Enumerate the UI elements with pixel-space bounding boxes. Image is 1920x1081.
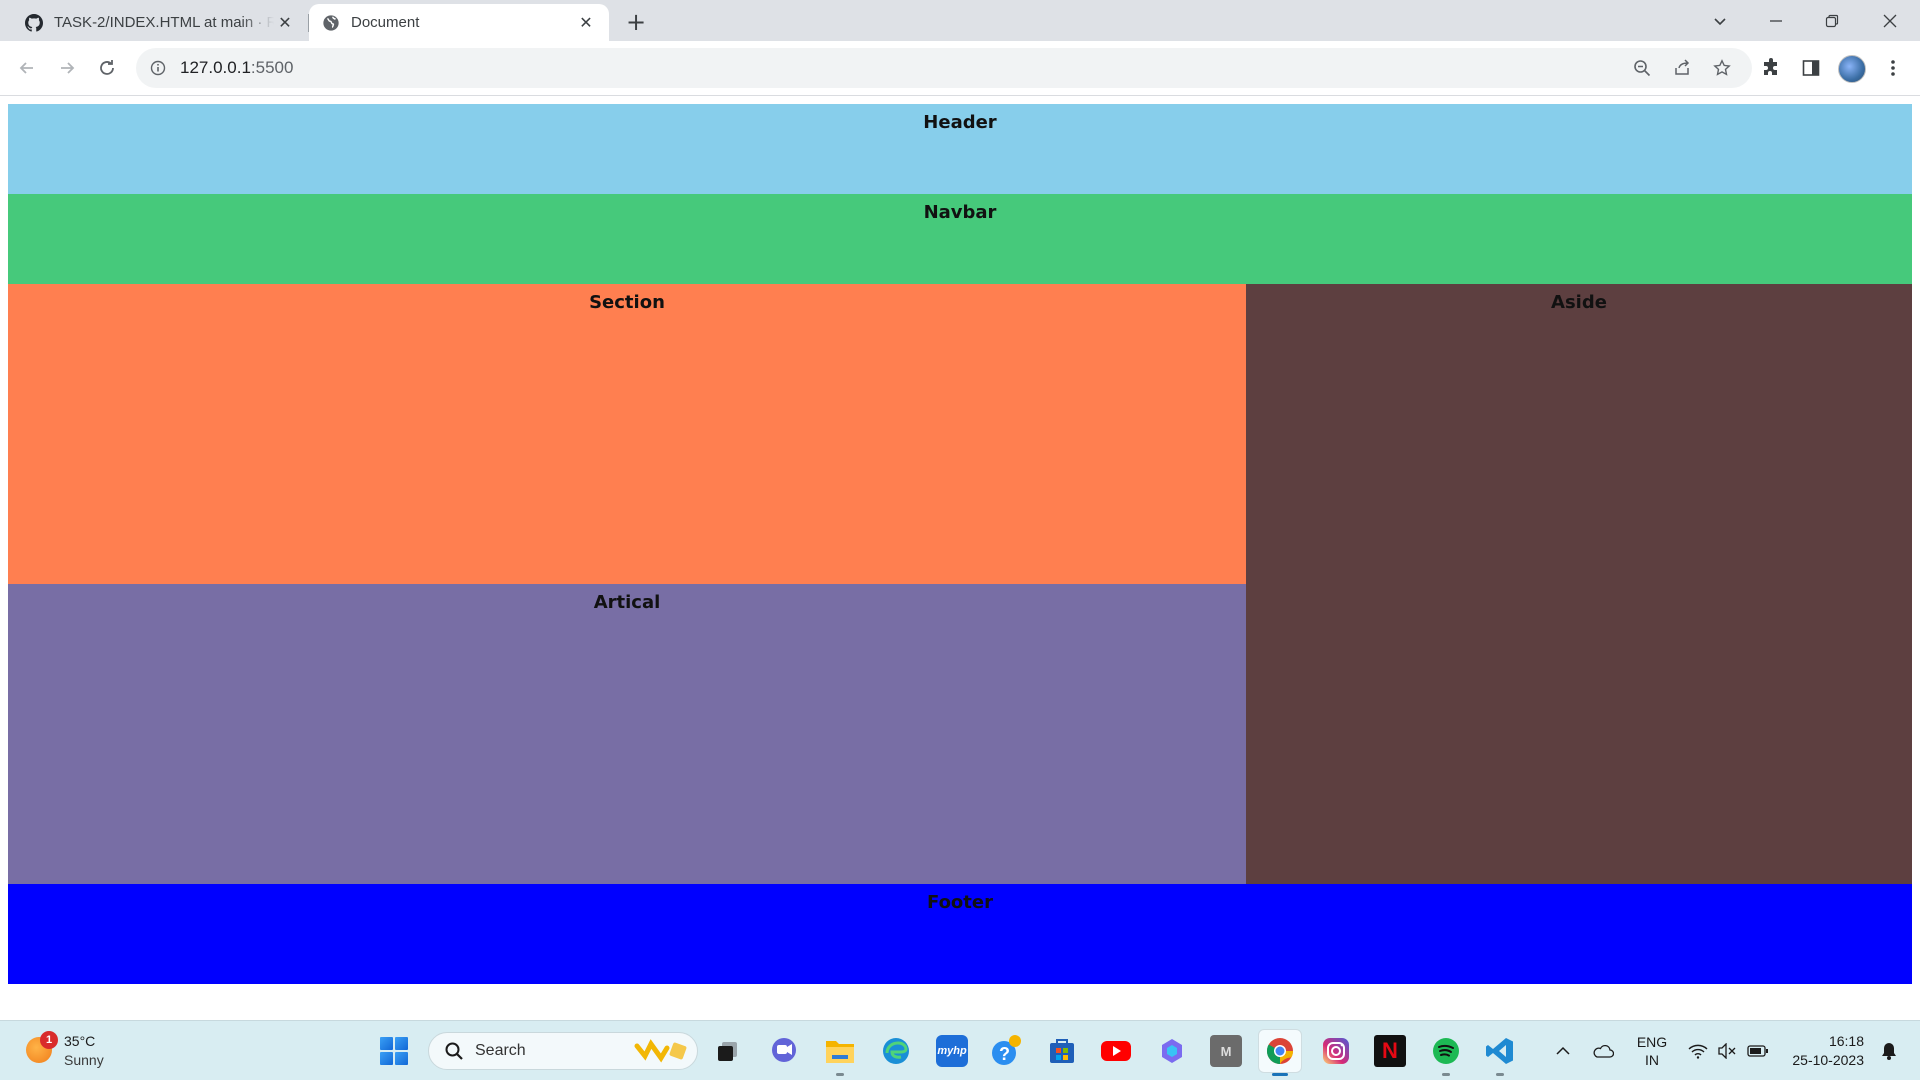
url-text: 127.0.0.1:5500 xyxy=(180,58,293,78)
aside-label: Aside xyxy=(1551,292,1607,313)
copilot-icon[interactable] xyxy=(1156,1035,1188,1067)
tab-strip: TASK-2/INDEX.HTML at main · R ✕ Document… xyxy=(0,0,1920,41)
youtube-icon[interactable] xyxy=(1100,1035,1132,1067)
start-button[interactable] xyxy=(380,1037,408,1065)
edge-icon[interactable] xyxy=(880,1035,912,1067)
article-label: Artical xyxy=(593,592,661,613)
svg-text:?: ? xyxy=(999,1044,1010,1064)
lang-line1: ENG xyxy=(1636,1034,1668,1050)
clock-date: 25-10-2023 xyxy=(1792,1052,1864,1068)
task-view-icon[interactable] xyxy=(712,1035,744,1067)
notification-badge: 1 xyxy=(40,1031,58,1049)
header-label: Header xyxy=(923,112,997,133)
url-port: :5500 xyxy=(250,58,294,77)
url-host: 127.0.0.1 xyxy=(180,58,251,77)
clock-time: 16:18 xyxy=(1828,1033,1864,1049)
zoom-icon[interactable] xyxy=(1632,58,1652,78)
volume-muted-icon[interactable] xyxy=(1714,1021,1740,1081)
chrome-icon[interactable] xyxy=(1264,1035,1296,1076)
weather-widget[interactable]: 1 35°C Sunny xyxy=(26,1031,146,1071)
notification-bell-icon[interactable] xyxy=(1874,1021,1904,1081)
extensions-icon[interactable] xyxy=(1756,53,1786,83)
footer-label: Footer xyxy=(927,892,993,913)
tab-github[interactable]: TASK-2/INDEX.HTML at main · R ✕ xyxy=(12,4,308,41)
page-viewport: Header Navbar Section Aside Artical Foot… xyxy=(0,97,1920,1019)
search-label: Search xyxy=(475,1042,526,1059)
side-panel-icon[interactable] xyxy=(1796,53,1826,83)
tab-title: Document xyxy=(351,14,420,31)
reload-button[interactable] xyxy=(92,53,122,83)
vscode-icon[interactable] xyxy=(1484,1035,1516,1076)
get-help-icon[interactable]: ? xyxy=(990,1035,1022,1067)
search-highlight-icon xyxy=(634,1039,687,1063)
myhp-icon[interactable]: myhp xyxy=(936,1035,968,1067)
profile-avatar[interactable] xyxy=(1838,55,1866,83)
site-info-icon[interactable] xyxy=(148,58,168,78)
close-window-button[interactable] xyxy=(1864,0,1916,41)
section-block: Section xyxy=(8,284,1246,584)
onedrive-cloud-icon[interactable] xyxy=(1586,1021,1620,1081)
header-block: Header xyxy=(8,104,1912,194)
instagram-icon[interactable] xyxy=(1320,1035,1352,1067)
language-indicator[interactable]: ENG IN xyxy=(1630,1021,1674,1081)
share-icon[interactable] xyxy=(1672,58,1692,78)
battery-icon[interactable] xyxy=(1744,1021,1772,1081)
section-label: Section xyxy=(589,292,665,313)
microsoft-store-icon[interactable] xyxy=(1046,1035,1078,1067)
navbar-block: Navbar xyxy=(8,194,1912,284)
address-bar[interactable]: 127.0.0.1:5500 xyxy=(136,48,1752,88)
github-icon xyxy=(24,13,44,33)
taskbar-search[interactable]: Search xyxy=(428,1032,698,1070)
m-app-icon[interactable]: M xyxy=(1210,1035,1242,1067)
weather-condition: Sunny xyxy=(64,1052,104,1068)
close-tab-icon[interactable]: ✕ xyxy=(575,12,597,34)
show-hidden-icons-icon[interactable] xyxy=(1548,1021,1578,1081)
aside-block: Aside xyxy=(1246,284,1912,884)
menu-kebab-icon[interactable] xyxy=(1878,53,1908,83)
article-block: Artical xyxy=(8,584,1246,884)
new-tab-button[interactable]: + xyxy=(622,8,650,36)
system-clock[interactable]: 16:18 25-10-2023 xyxy=(1784,1021,1864,1081)
wifi-icon[interactable] xyxy=(1684,1021,1712,1081)
forward-button[interactable] xyxy=(52,53,82,83)
browser-toolbar: 127.0.0.1:5500 xyxy=(0,41,1920,96)
netflix-icon[interactable]: N xyxy=(1374,1035,1406,1067)
restore-button[interactable] xyxy=(1806,0,1858,41)
tab-title: TASK-2/INDEX.HTML at main · R xyxy=(54,14,274,31)
teams-chat-icon[interactable] xyxy=(768,1035,800,1067)
bookmark-star-icon[interactable] xyxy=(1712,58,1732,78)
globe-icon xyxy=(321,13,341,33)
file-explorer-icon[interactable] xyxy=(824,1035,856,1076)
tab-search-icon[interactable] xyxy=(1694,0,1746,41)
footer-block: Footer xyxy=(8,884,1912,984)
spotify-icon[interactable] xyxy=(1430,1035,1462,1076)
lang-line2: IN xyxy=(1645,1052,1659,1068)
tab-document[interactable]: Document ✕ xyxy=(309,4,609,41)
close-tab-icon[interactable]: ✕ xyxy=(274,12,296,34)
back-button[interactable] xyxy=(12,53,42,83)
taskbar: 1 35°C Sunny Search myhp ? M N ENG IN 16… xyxy=(0,1020,1920,1080)
weather-temp: 35°C xyxy=(64,1033,96,1049)
minimize-button[interactable] xyxy=(1750,0,1802,41)
search-icon xyxy=(443,1040,465,1062)
navbar-label: Navbar xyxy=(923,202,997,223)
